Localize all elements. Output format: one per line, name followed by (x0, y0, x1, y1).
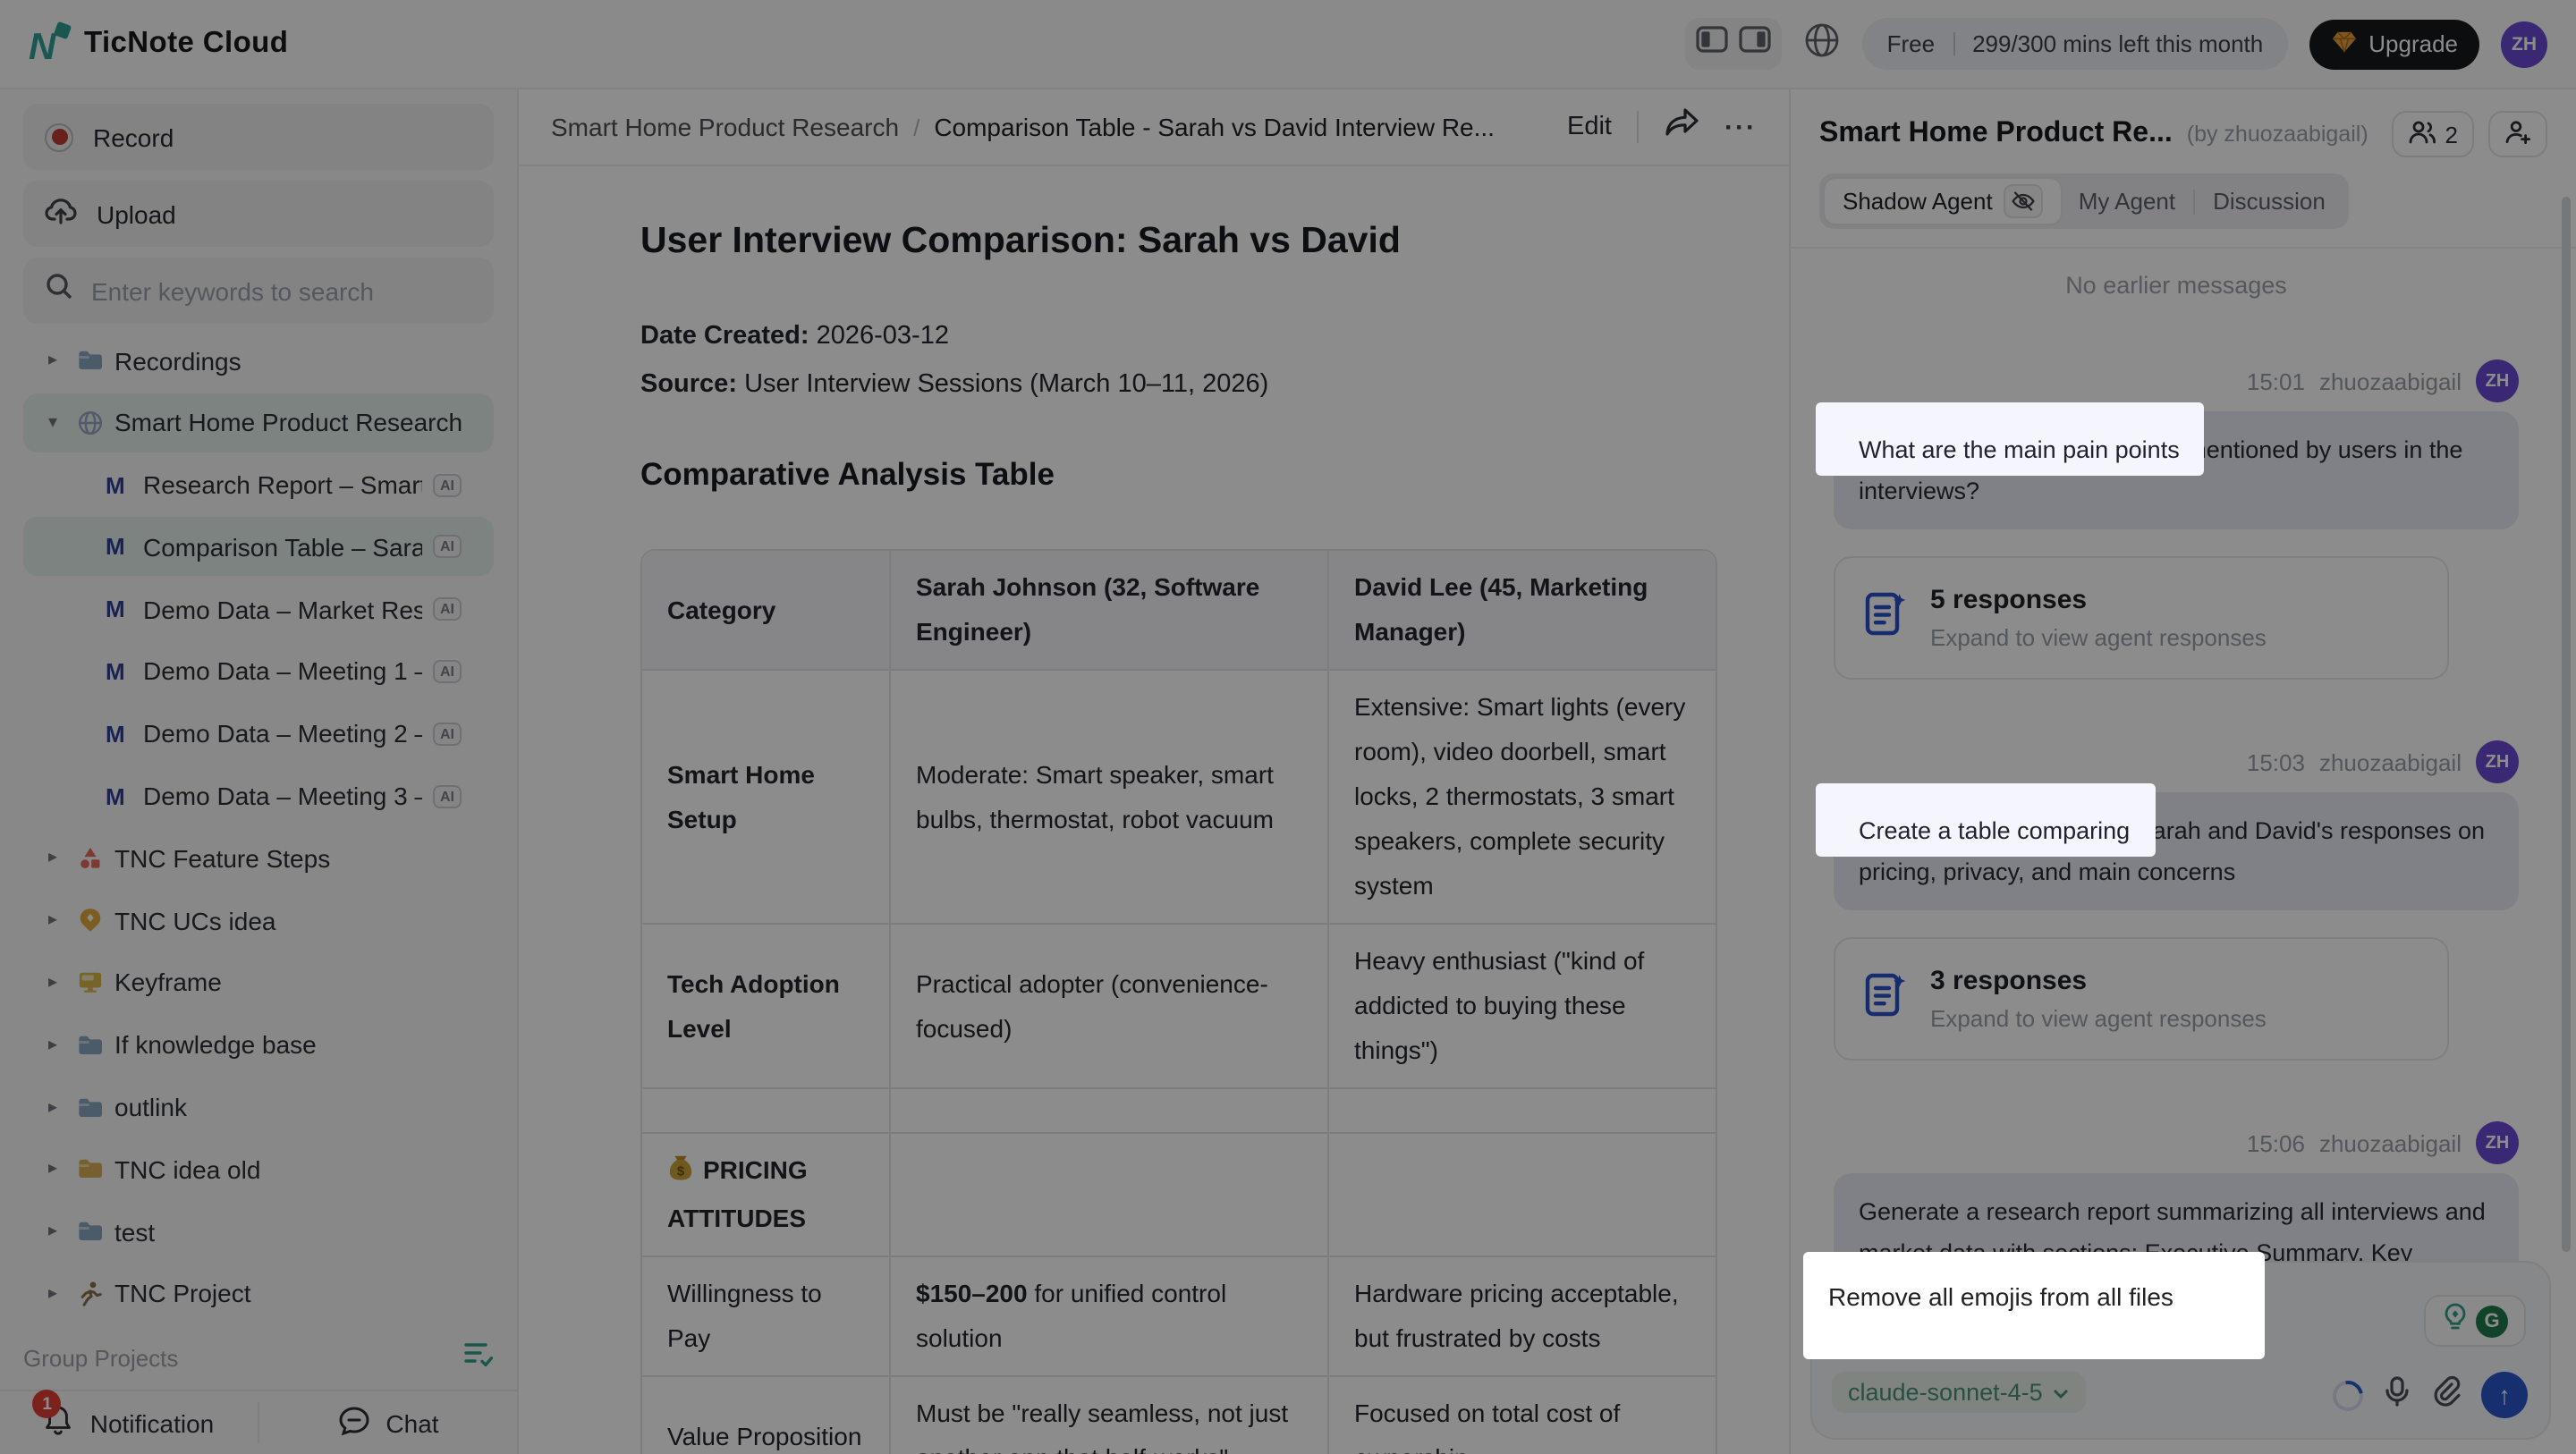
composer-input-spotlight[interactable]: Remove all emojis from all files (1803, 1252, 2265, 1359)
app-window: N TicNote Cloud Free 299/300 mins left t… (0, 0, 2576, 1454)
dim-overlay (0, 0, 2576, 1454)
message-spotlight: What are the main pain points (1816, 402, 2205, 476)
message-spotlight: Create a table comparing (1816, 783, 2155, 857)
